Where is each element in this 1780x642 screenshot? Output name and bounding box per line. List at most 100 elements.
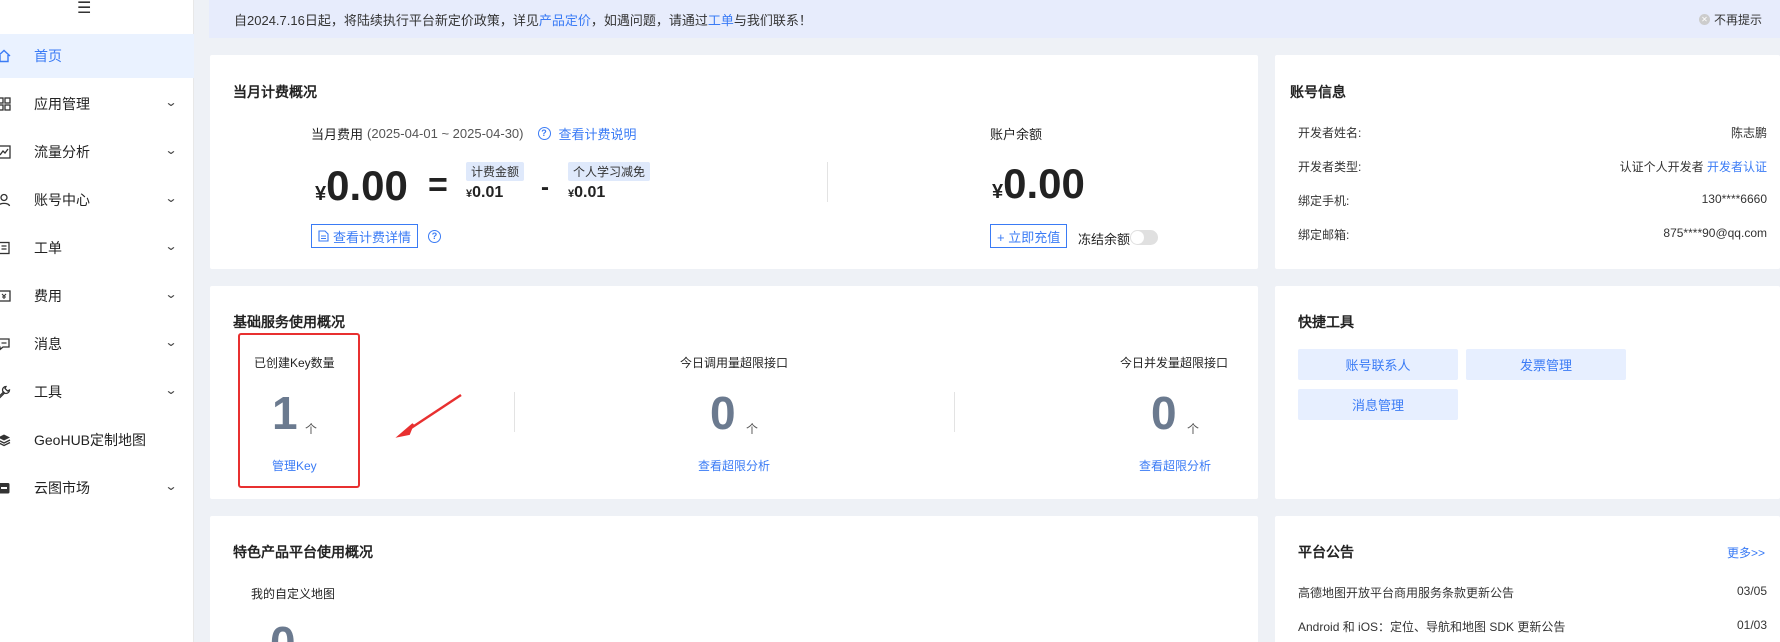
help-icon[interactable]: ? bbox=[428, 230, 441, 243]
account-row: 绑定手机: 130****6660 bbox=[1298, 192, 1767, 209]
developer-type: 认证个人开发者 bbox=[1619, 160, 1704, 174]
sidebar-item-label: 消息 bbox=[34, 336, 62, 352]
account-row-label: 开发者姓名: bbox=[1298, 126, 1362, 140]
notice-middle: ，如遇问题，请通过 bbox=[590, 12, 708, 28]
currency-symbol: ¥ bbox=[315, 183, 327, 205]
sidebar-item-ticket[interactable]: 工单 ⌄ bbox=[0, 226, 194, 270]
help-icon[interactable]: ? bbox=[537, 127, 551, 140]
fee-period: (2025-04-01 ~ 2025-04-30) bbox=[367, 126, 524, 141]
pricing-link[interactable]: 产品定价 bbox=[539, 13, 591, 28]
announce-item[interactable]: Android 和 iOS：定位、导航和地图 SDK 更新公告 01/03 bbox=[1298, 618, 1767, 635]
sidebar: ☰ 首页 应用管理 ⌄ 流量分析 ⌄ 账号中心 ⌄ 工单 ⌄ 费用 ⌄ 消息 ⌄… bbox=[0, 0, 194, 642]
market-icon bbox=[0, 480, 12, 496]
balance: ¥ 0.00 bbox=[992, 160, 1085, 208]
notice-bar: 自2024.7.16日起，将陆续执行平台新定价政策，详见产品定价，如遇问题，请通… bbox=[209, 0, 1780, 38]
frozen-balance-label: 冻结余额 bbox=[1078, 232, 1131, 247]
account-row: 开发者类型: 认证个人开发者 开发者认证 bbox=[1298, 158, 1767, 175]
billing-detail-button[interactable]: 查看计费详情 bbox=[311, 224, 419, 248]
sidebar-item-label: 首页 bbox=[34, 48, 62, 64]
billing-icon bbox=[0, 288, 12, 304]
tools-title: 快捷工具 bbox=[1298, 314, 1354, 330]
fee-header: 当月费用 (2025-04-01 ~ 2025-04-30) ? 查看计费说明 bbox=[311, 124, 637, 143]
billing-explain-link[interactable]: 查看计费说明 bbox=[559, 124, 637, 143]
chevron-down-icon: ⌄ bbox=[164, 239, 178, 253]
developer-verify-link[interactable]: 开发者认证 bbox=[1707, 160, 1767, 174]
close-icon: ✕ bbox=[1698, 14, 1710, 25]
discount-amount: 0.01 bbox=[574, 184, 606, 201]
chevron-down-icon: ⌄ bbox=[164, 287, 178, 301]
fee-label: 当月费用 bbox=[311, 127, 364, 142]
chevron-down-icon: ⌄ bbox=[164, 143, 178, 157]
account-row: 开发者姓名: 陈志鹏 bbox=[1298, 124, 1767, 141]
billed-tag: 计费金额 bbox=[466, 162, 525, 181]
special-title: 特色产品平台使用概况 bbox=[233, 544, 373, 560]
arrow-annotation-icon bbox=[395, 393, 462, 438]
billing-title: 当月计费概况 bbox=[233, 84, 317, 100]
dismiss-notice-button[interactable]: ✕ 不再提示 bbox=[1698, 11, 1762, 28]
menu-toggle-icon[interactable]: ☰ bbox=[77, 0, 91, 18]
document-icon bbox=[318, 230, 329, 242]
call-limit-label: 今日调用量超限接口 bbox=[680, 356, 789, 370]
sidebar-item-label: 费用 bbox=[34, 288, 62, 304]
concurrency-analysis-link[interactable]: 查看超限分析 bbox=[1139, 457, 1211, 474]
announce-text: Android 和 iOS：定位、导航和地图 SDK 更新公告 bbox=[1298, 620, 1566, 634]
sidebar-item-label: 账号中心 bbox=[34, 192, 90, 208]
custom-map-label: 我的自定义地图 bbox=[251, 587, 336, 601]
announce-more-link[interactable]: 更多>> bbox=[1727, 544, 1765, 561]
sidebar-item-label: 云图市场 bbox=[34, 480, 90, 496]
unit-label: 个 bbox=[1187, 422, 1200, 436]
sidebar-item-label: 应用管理 bbox=[34, 96, 90, 112]
balance-label: 账户余额 bbox=[990, 127, 1043, 142]
sidebar-item-account[interactable]: 账号中心 ⌄ bbox=[0, 178, 194, 222]
invoice-button[interactable]: 发票管理 bbox=[1466, 349, 1626, 380]
divider bbox=[827, 162, 828, 202]
announce-date: 01/03 bbox=[1736, 618, 1767, 632]
account-row-label: 绑定手机: bbox=[1298, 194, 1350, 208]
divider bbox=[514, 392, 515, 432]
announce-item[interactable]: 高德地图开放平台商用服务条款更新公告 03/05 bbox=[1298, 584, 1767, 601]
announce-text: 高德地图开放平台商用服务条款更新公告 bbox=[1298, 586, 1515, 600]
dismiss-label: 不再提示 bbox=[1713, 13, 1762, 27]
sidebar-item-messages[interactable]: 消息 ⌄ bbox=[0, 322, 194, 366]
chart-icon bbox=[0, 144, 12, 160]
ticket-link[interactable]: 工单 bbox=[708, 13, 734, 28]
chevron-down-icon: ⌄ bbox=[164, 191, 178, 205]
bound-email: 875****90@qq.com bbox=[1663, 226, 1767, 240]
user-icon bbox=[0, 192, 12, 208]
billed-amount-group: 计费金额 ¥0.01 bbox=[466, 162, 525, 202]
balance-value: 0.00 bbox=[1003, 160, 1085, 207]
sidebar-item-traffic[interactable]: 流量分析 ⌄ bbox=[0, 130, 194, 174]
sidebar-item-billing[interactable]: 费用 ⌄ bbox=[0, 274, 194, 318]
chevron-down-icon: ⌄ bbox=[164, 95, 178, 109]
notice-prefix: 自2024.7.16日起，将陆续执行平台新定价政策，详见 bbox=[234, 12, 539, 28]
divider bbox=[954, 392, 955, 432]
announce-title: 平台公告 bbox=[1298, 544, 1354, 560]
sidebar-item-home[interactable]: 首页 bbox=[0, 34, 194, 78]
account-title: 账号信息 bbox=[1290, 84, 1346, 100]
developer-name: 陈志鹏 bbox=[1730, 126, 1767, 140]
account-row: 绑定邮箱: 875****90@qq.com bbox=[1298, 226, 1767, 243]
unit-label: 个 bbox=[746, 422, 759, 436]
sidebar-item-tools[interactable]: 工具 ⌄ bbox=[0, 370, 194, 414]
frozen-balance-toggle[interactable] bbox=[1130, 230, 1158, 245]
account-row-label: 开发者类型: bbox=[1298, 160, 1362, 174]
announce-date: 03/05 bbox=[1736, 584, 1767, 598]
usage-title: 基础服务使用概况 bbox=[233, 314, 345, 330]
sidebar-item-label: GeoHUB定制地图 bbox=[34, 432, 147, 448]
account-contact-button[interactable]: 账号联系人 bbox=[1298, 349, 1458, 380]
recharge-label: + 立即充值 bbox=[997, 229, 1061, 245]
discount-tag: 个人学习减免 bbox=[568, 162, 651, 181]
sidebar-item-market[interactable]: 云图市场 ⌄ bbox=[0, 466, 194, 510]
notice-text: 自2024.7.16日起，将陆续执行平台新定价政策，详见产品定价，如遇问题，请通… bbox=[234, 10, 812, 29]
message-icon bbox=[0, 336, 12, 352]
recharge-button[interactable]: + 立即充值 bbox=[990, 224, 1068, 248]
sidebar-item-geohub[interactable]: GeoHUB定制地图 bbox=[0, 418, 194, 462]
call-limit-analysis-link[interactable]: 查看超限分析 bbox=[698, 457, 770, 474]
sidebar-item-apps[interactable]: 应用管理 ⌄ bbox=[0, 82, 194, 126]
chevron-down-icon: ⌄ bbox=[164, 383, 178, 397]
chevron-down-icon: ⌄ bbox=[164, 479, 178, 493]
notice-suffix: 与我们联系！ bbox=[733, 12, 812, 28]
billing-detail-label: 查看计费详情 bbox=[333, 229, 412, 245]
home-icon bbox=[0, 48, 12, 64]
message-manage-button[interactable]: 消息管理 bbox=[1298, 389, 1458, 420]
